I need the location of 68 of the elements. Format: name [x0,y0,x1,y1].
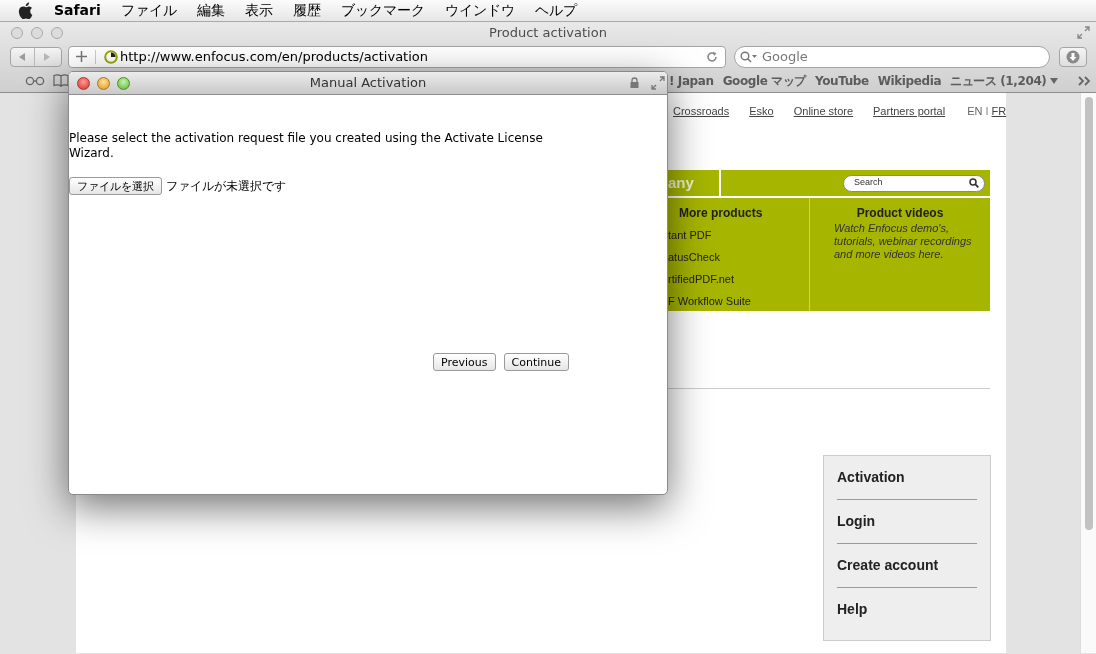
bookmark[interactable]: Wikipedia [877,72,942,91]
menu-item[interactable]: 表示 [244,0,273,21]
menu-item[interactable]: ブックマーク [340,0,425,21]
fullscreen-icon[interactable] [651,76,665,90]
bookmark[interactable]: YouTube [815,72,869,91]
dialog-button[interactable]: Previous [433,353,496,371]
top-link[interactable]: Esko [749,102,774,120]
language-link[interactable]: EN [967,102,983,120]
choose-file-button[interactable]: ファイルを選択 [69,177,162,195]
scrollbar[interactable] [1080,93,1096,653]
browser-search-field[interactable]: Google [734,45,1050,68]
zoom-button[interactable] [51,26,63,39]
top-link[interactable]: Partners portal [873,102,946,120]
lock-icon [630,77,639,88]
dialog-button[interactable]: Continue [503,353,569,371]
reload-icon[interactable] [706,50,718,63]
side-menu-link[interactable]: Login [837,500,977,543]
product-link[interactable]: rtifiedPDF.net [668,272,809,287]
download-icon [1066,49,1080,64]
product-link[interactable]: tant PDF [668,228,809,243]
side-menu-link[interactable]: Activation [837,456,977,499]
dropdown-arrow-icon [1050,78,1059,85]
product-link[interactable]: F Workflow Suite [668,294,809,309]
dialog-title: Manual Activation [308,74,428,93]
product-link[interactable]: atusCheck [668,250,809,265]
top-link[interactable]: Crossroads [673,102,730,120]
close-button[interactable] [77,76,90,90]
menu-item[interactable]: ファイル [120,0,177,21]
menu-item[interactable]: 履歴 [292,0,321,21]
forward-arrow-icon[interactable] [42,51,52,62]
bookmark[interactable]: ! Japan [669,72,714,91]
minimize-button[interactable] [31,26,43,39]
downloads-button[interactable] [1059,46,1087,67]
address-field[interactable]: http://www.enfocus.com/en/products/activation [68,45,726,68]
back-arrow-icon[interactable] [17,51,27,62]
url-text: http://www.enfocus.com/en/products/activation [120,47,429,66]
search-icon[interactable] [969,178,979,188]
menu-item[interactable]: 編集 [196,0,225,21]
plus-icon[interactable] [76,51,87,62]
bookmark[interactable]: Google マップ [722,72,806,91]
apple-logo-icon[interactable] [18,2,33,19]
file-status: ファイルが未選択です [166,178,286,195]
app-menu[interactable]: Safari [54,0,101,21]
reading-list-icon[interactable] [25,75,45,86]
bookmark[interactable]: ニュース (1,204) [950,72,1059,91]
site-search-input[interactable]: Search [854,176,964,190]
column-heading: More products [679,205,764,222]
zoom-button[interactable] [117,76,130,90]
site-search-field[interactable]: Search [843,174,985,192]
menu-item[interactable]: ウインドウ [444,0,515,21]
back-forward-buttons[interactable] [10,46,62,67]
language-separator: I [985,103,989,119]
fullscreen-icon[interactable] [1077,26,1090,39]
bookmarks-book-icon[interactable] [53,74,69,88]
browser-search-input[interactable]: Google [762,46,1022,67]
side-menu-link[interactable]: Help [837,588,977,631]
instruction-text: Please select the activation request file you created using the Activate License Wizard. [69,131,544,161]
minimize-button[interactable] [97,76,110,90]
column-heading: Product videos [855,205,945,222]
scrollbar-thumb[interactable] [1084,97,1093,530]
more-chevron-icon[interactable] [1078,76,1091,87]
menu-item[interactable]: ヘルプ [534,0,577,21]
video-description[interactable]: Watch Enfocus demo's, tutorials, webinar recordings and more videos here. [834,222,974,261]
window-title: Product activation [488,24,608,43]
top-link[interactable]: Online store [793,102,854,120]
side-menu-link[interactable]: Create account [837,544,977,587]
site-favicon-icon [104,49,118,64]
language-link[interactable]: FR [991,102,1007,120]
